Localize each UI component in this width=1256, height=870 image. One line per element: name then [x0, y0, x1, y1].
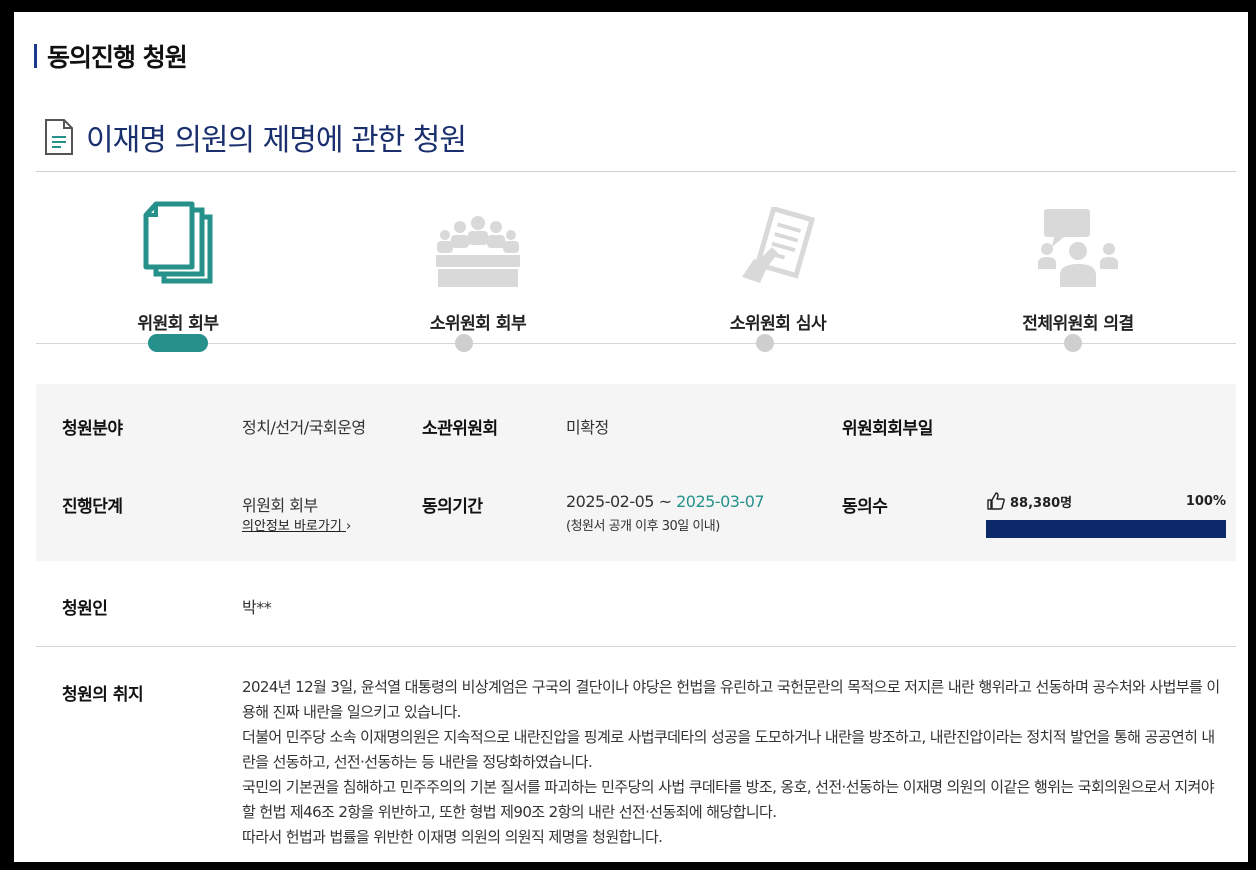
- document-icon: [45, 119, 73, 155]
- purpose-text: 2024년 12월 3일, 윤석열 대통령의 비상계엄은 구국의 결단이나 야당…: [242, 675, 1222, 850]
- agree-percent: 100%: [1185, 493, 1226, 509]
- period-label: 동의기간: [422, 497, 483, 517]
- step-label: 전체위원회 의결: [1022, 314, 1134, 334]
- bill-info-link[interactable]: 의안정보 바로가기 ›: [242, 515, 351, 534]
- purpose-paragraph: 더불어 민주당 소속 이재명의원은 지속적으로 내란진압을 핑계로 사법쿠데타의…: [242, 728, 1215, 771]
- field-label: 청원분야: [62, 419, 123, 439]
- step-indicator: [756, 334, 774, 352]
- step-indicator: [1064, 334, 1082, 352]
- purpose-row: 청원의 취지 2024년 12월 3일, 윤석열 대통령의 비상계엄은 구국의 …: [36, 647, 1236, 862]
- committee-label: 소관위원회: [422, 419, 498, 439]
- step-subcommittee-referral: 소위원회 회부: [378, 197, 578, 334]
- agree-count: 88,380명: [986, 491, 1072, 511]
- agree-progress: 88,380명 100%: [986, 490, 1226, 538]
- meeting-icon: [436, 216, 520, 287]
- chevron-right-icon: ›: [345, 519, 352, 534]
- step-indicator-active: [148, 334, 208, 352]
- purpose-paragraph: 국민의 기본권을 침해하고 민주주의의 기본 질서를 파괴하는 민주당의 사법 …: [242, 778, 1215, 821]
- review-document-icon: [742, 207, 816, 283]
- step-label: 위원회 회부: [137, 314, 219, 334]
- applicant-value: 박**: [242, 598, 272, 617]
- stage-value: 위원회 회부: [242, 496, 318, 515]
- discussion-icon: [1038, 209, 1118, 287]
- petition-info-box: 청원분야 정치/선거/국회운영 소관위원회 미확정 위원회회부일 진행단계 위원…: [36, 384, 1236, 561]
- period-end: 2025-03-07: [676, 492, 765, 511]
- stage-label: 진행단계: [62, 497, 123, 517]
- step-label: 소위원회 회부: [429, 314, 527, 334]
- step-indicator: [455, 334, 473, 352]
- page-title: 동의진행 청원: [47, 43, 188, 72]
- thumbs-up-icon: [987, 492, 1005, 510]
- period-note: (청원서 공개 이후 30일 이내): [566, 519, 720, 534]
- applicant-row: 청원인 박**: [36, 561, 1236, 647]
- step-track: [36, 343, 1236, 344]
- header-bar: [34, 44, 37, 68]
- applicant-label: 청원인: [62, 599, 108, 619]
- committee-value: 미확정: [566, 418, 609, 437]
- purpose-paragraph: 2024년 12월 3일, 윤석열 대통령의 비상계엄은 구국의 결단이나 야당…: [242, 678, 1220, 721]
- divider: [36, 171, 1236, 172]
- period-range: 2025-02-05 ~ 2025-03-07: [566, 492, 765, 511]
- documents-icon: [143, 201, 213, 284]
- petition-title-row: 이재명 의원의 제명에 관한 청원: [44, 116, 467, 158]
- referral-date-label: 위원회회부일: [842, 419, 933, 439]
- petition-page: 동의진행 청원 이재명 의원의 제명에 관한 청원 위원회 회부 소위원회 회부…: [14, 12, 1248, 862]
- agree-label: 동의수: [842, 497, 888, 517]
- progress-steps: 위원회 회부 소위원회 회부 소위원회 심사 전체위원회 의결: [36, 197, 1236, 357]
- field-value: 정치/선거/국회운영: [242, 418, 366, 437]
- step-committee-referral: 위원회 회부: [78, 197, 278, 334]
- purpose-label: 청원의 취지: [62, 685, 144, 705]
- page-header: 동의진행 청원: [34, 40, 188, 72]
- step-subcommittee-review: 소위원회 심사: [678, 197, 878, 334]
- period-start: 2025-02-05 ~: [566, 492, 672, 511]
- progress-fill: [986, 520, 1226, 538]
- purpose-paragraph: 따라서 헌법과 법률을 위반한 이재명 의원의 의원직 제명을 청원합니다.: [242, 828, 663, 846]
- step-full-committee-resolution: 전체위원회 의결: [978, 197, 1178, 334]
- progress-bar: [986, 520, 1226, 538]
- step-label: 소위원회 심사: [729, 314, 827, 334]
- petition-title: 이재명 의원의 제명에 관한 청원: [86, 123, 467, 158]
